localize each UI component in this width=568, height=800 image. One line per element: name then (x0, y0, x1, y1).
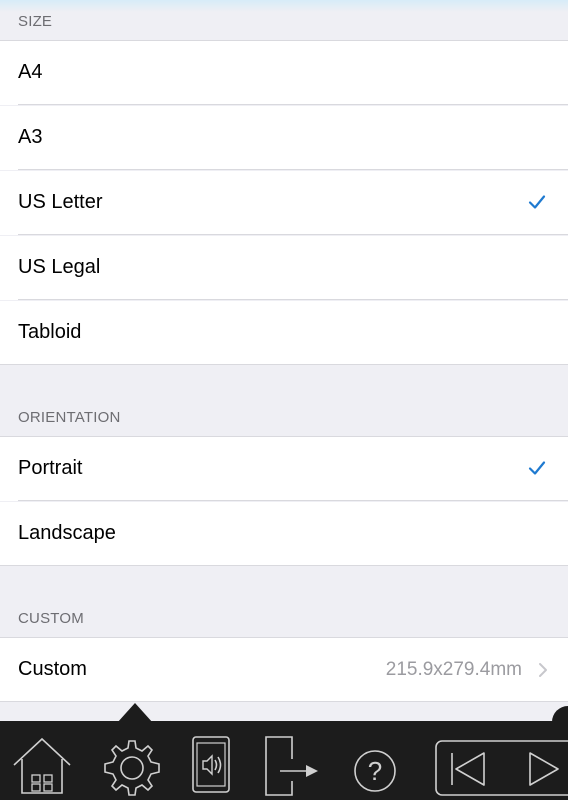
size-option-label: US Letter (18, 191, 103, 213)
section-header-custom-label: CUSTOM (18, 610, 84, 627)
next-page-icon (529, 752, 559, 786)
export-button[interactable] (262, 735, 322, 796)
next-page-button[interactable] (524, 735, 568, 795)
top-status-glow (0, 0, 568, 12)
section-header-orientation-label: ORIENTATION (18, 409, 121, 426)
settings-gear-icon (104, 740, 160, 796)
size-option-us-legal[interactable]: US Legal (0, 236, 568, 300)
size-option-label: US Legal (18, 256, 101, 278)
size-option-label: A4 (18, 61, 43, 83)
divider (18, 234, 568, 235)
size-option-label: A3 (18, 126, 43, 148)
custom-size-label: Custom (18, 658, 87, 680)
size-option-a4[interactable]: A4 (0, 41, 568, 105)
popover-corner (552, 706, 568, 722)
section-header-size-label: SIZE (18, 13, 53, 30)
custom-size-value: 215.9x279.4mm (385, 659, 522, 680)
orientation-option-label: Landscape (18, 522, 116, 544)
first-page-icon (451, 752, 485, 786)
export-icon (265, 736, 318, 796)
audio-device-button[interactable] (190, 735, 232, 795)
popover-arrow (117, 703, 153, 723)
section-header-custom: CUSTOM (0, 567, 568, 637)
divider (18, 104, 568, 105)
section-header-orientation: ORIENTATION (0, 366, 568, 436)
bottom-toolbar: ? (0, 721, 568, 800)
orientation-option-landscape[interactable]: Landscape (0, 502, 568, 566)
size-option-us-letter[interactable]: US Letter (0, 171, 568, 235)
divider (0, 701, 568, 702)
divider (18, 169, 568, 170)
checkmark-icon (528, 461, 546, 475)
size-option-tabloid[interactable]: Tabloid (0, 301, 568, 365)
checkmark-icon (528, 195, 546, 209)
tablet-sound-icon (192, 736, 230, 793)
size-option-label: Tabloid (18, 321, 82, 343)
divider (18, 299, 568, 300)
size-option-a3[interactable]: A3 (0, 106, 568, 170)
divider (0, 364, 568, 365)
chevron-right-icon (539, 663, 547, 677)
home-icon (13, 737, 71, 794)
settings-button[interactable] (100, 735, 164, 796)
help-icon: ? (354, 750, 396, 792)
divider (18, 500, 568, 501)
help-button[interactable]: ? (350, 735, 400, 795)
orientation-option-label: Portrait (18, 457, 83, 479)
orientation-option-portrait[interactable]: Portrait (0, 437, 568, 501)
divider (0, 565, 568, 566)
svg-text:?: ? (368, 756, 382, 786)
first-page-button[interactable] (448, 735, 492, 795)
home-button[interactable] (10, 735, 74, 795)
custom-size-row[interactable]: Custom 215.9x279.4mm (0, 638, 568, 702)
